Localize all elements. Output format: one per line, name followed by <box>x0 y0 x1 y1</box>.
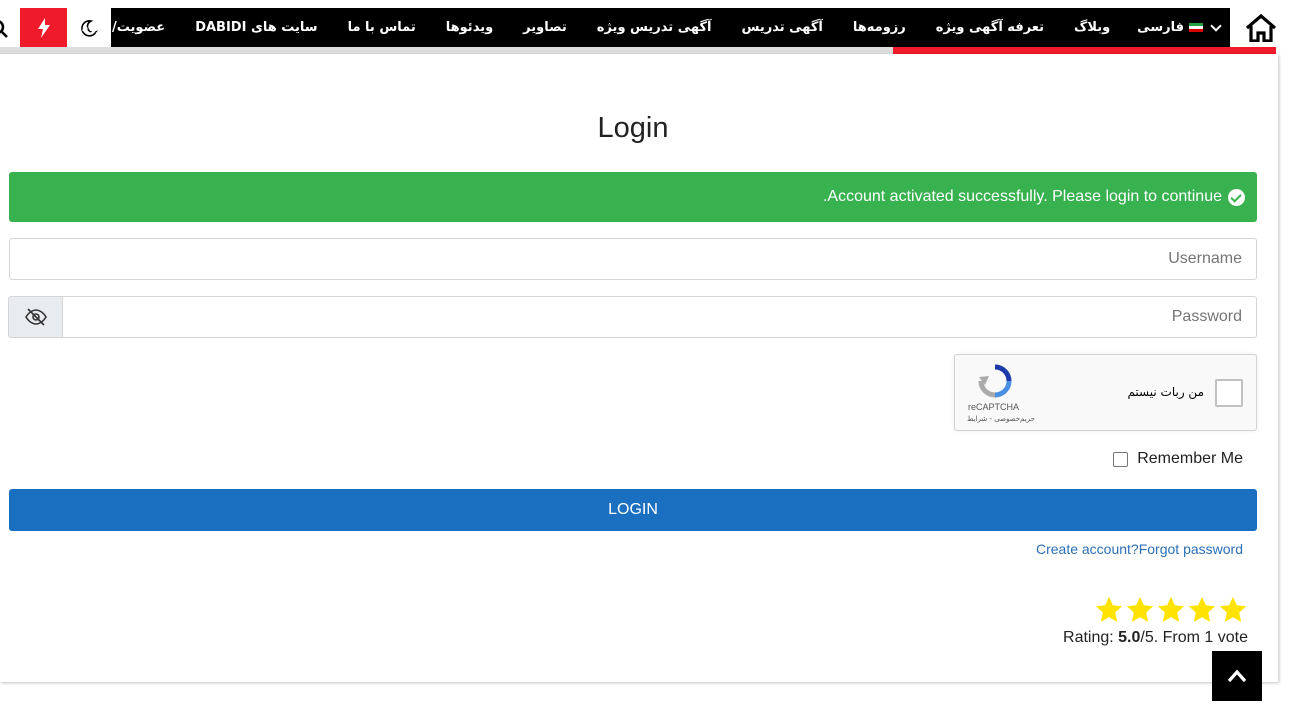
star-icon[interactable] <box>1187 595 1217 625</box>
top-nav-bar: فارسی وبلاگ تعرفه آگهی ویژه رزومه‌ها آگه… <box>0 8 1292 47</box>
page-title: Login <box>597 112 669 144</box>
rating-stars[interactable] <box>1094 595 1248 625</box>
nav-item-signup-login[interactable]: عضویت/ورود <box>67 20 181 35</box>
login-button[interactable]: LOGIN <box>9 489 1257 531</box>
rating-summary: Rating: 5.0/5. From 1 vote <box>1063 629 1248 647</box>
back-to-top-button[interactable] <box>1212 651 1262 701</box>
star-icon[interactable] <box>1218 595 1248 625</box>
nav-item-dabidi-sites[interactable]: سایت های DABIDI <box>180 20 332 35</box>
star-icon[interactable] <box>1156 595 1186 625</box>
forgot-password-link[interactable]: Forgot password <box>1139 541 1243 557</box>
nav-item-videos[interactable]: ویدئوها <box>431 20 508 35</box>
home-button[interactable] <box>1230 8 1292 47</box>
reading-progress-bar <box>0 47 1276 54</box>
alert-message: Account activated successfully. Please l… <box>822 188 1222 205</box>
nav-item-resumes[interactable]: رزومه‌ها <box>838 20 921 35</box>
reading-progress-fill <box>893 47 1276 54</box>
eye-slash-icon <box>24 308 47 326</box>
chevron-down-icon <box>1210 19 1222 32</box>
account-links: Create account?Forgot password <box>1036 541 1243 557</box>
star-icon[interactable] <box>1125 595 1155 625</box>
rating-prefix: Rating: <box>1063 629 1119 646</box>
search-icon <box>0 20 8 38</box>
nav-item-teaching-ads[interactable]: آگهی تدریس <box>726 20 837 35</box>
recaptcha-logo-icon <box>978 364 1012 398</box>
check-circle-icon <box>1228 188 1245 206</box>
remember-me-checkbox[interactable] <box>1113 451 1129 467</box>
recaptcha-terms[interactable]: حریم‌خصوصی - شرایط <box>967 415 1035 423</box>
search-button[interactable] <box>0 8 20 47</box>
lightning-icon <box>37 17 50 38</box>
chevron-up-icon <box>1227 669 1247 683</box>
home-icon <box>1245 13 1277 42</box>
success-alert: Account activated successfully. Please l… <box>9 172 1257 222</box>
iran-flag-icon <box>1189 23 1203 32</box>
login-panel: Login Account activated successfully. Pl… <box>0 54 1278 682</box>
remember-me[interactable]: Remember Me <box>1113 450 1243 468</box>
recaptcha-checkbox[interactable] <box>1215 379 1243 407</box>
nav-item-language[interactable]: فارسی <box>1125 19 1230 35</box>
toggle-password-visibility[interactable] <box>8 296 63 338</box>
rating-suffix: /5. From 1 vote <box>1140 629 1248 646</box>
create-account-link[interactable]: Create account? <box>1036 541 1139 557</box>
rating-score: 5.0 <box>1118 629 1141 646</box>
nav-item-label: فارسی <box>1137 20 1184 35</box>
star-icon[interactable] <box>1094 595 1124 625</box>
recaptcha-label: من ربات نیستم <box>1127 385 1204 399</box>
recaptcha-widget: من ربات نیستم reCAPTCHA حریم‌خصوصی - شرا… <box>954 354 1257 431</box>
remember-me-label: Remember Me <box>1137 450 1243 467</box>
nav-item-contact[interactable]: تماس با ما <box>333 20 431 35</box>
flash-button[interactable] <box>20 8 67 47</box>
recaptcha-brand: reCAPTCHA <box>968 402 1020 412</box>
nav-menu: فارسی وبلاگ تعرفه آگهی ویژه رزومه‌ها آگه… <box>67 8 1230 47</box>
nav-item-blog[interactable]: وبلاگ <box>1059 20 1125 35</box>
nav-item-featured-teaching-ads[interactable]: آگهی تدریس ویژه <box>582 20 727 35</box>
nav-item-featured-pricing[interactable]: تعرفه آگهی ویژه <box>921 20 1059 35</box>
nav-item-images[interactable]: تصاویر <box>508 20 582 35</box>
username-input[interactable] <box>9 238 1257 280</box>
password-input[interactable] <box>62 296 1257 338</box>
